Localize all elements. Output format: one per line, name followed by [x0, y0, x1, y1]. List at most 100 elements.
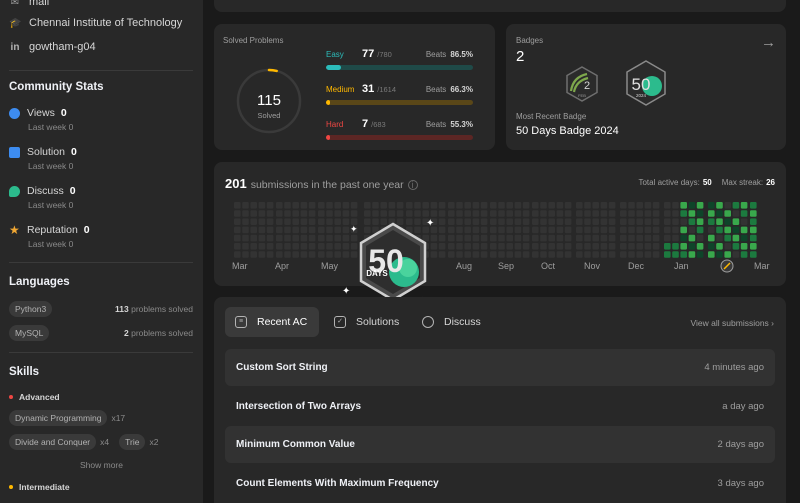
heatmap-cell: [292, 243, 299, 250]
heatmap-cell: [608, 218, 616, 225]
heatmap-cell: [600, 218, 608, 225]
heatmap-cell: [276, 218, 283, 225]
heatmap-cell: [300, 202, 308, 209]
heatmap-cell: [472, 210, 480, 217]
heatmap-cell: [664, 243, 671, 250]
heatmap-cell: [708, 226, 715, 234]
heatmap-cell: [490, 210, 497, 217]
heatmap-cell: [672, 234, 679, 242]
skill-chip[interactable]: Divide and Conquer: [9, 434, 97, 450]
email-row: ✉ mail: [9, 0, 49, 8]
submission-title[interactable]: Minimum Common Value: [236, 439, 355, 450]
heatmap-cell: [514, 226, 522, 234]
skill-chip[interactable]: Trie: [119, 434, 146, 450]
heatmap-cell: [490, 218, 497, 225]
heatmap-cell: [448, 234, 455, 242]
language-chip[interactable]: MySQL: [9, 325, 50, 341]
heatmap-cell: [564, 202, 572, 209]
heatmap-cell: [522, 243, 530, 250]
heatmap-cell: [258, 234, 266, 242]
list-item[interactable]: Count Elements With Maximum Frequency 3 …: [225, 465, 775, 502]
heatmap-cell: [576, 218, 583, 225]
language-count: 113 problems solved: [115, 304, 193, 314]
list-item[interactable]: Intersection of Two Arrays a day ago: [225, 388, 775, 425]
heatmap-cell: [242, 234, 249, 242]
arrow-right-icon[interactable]: →: [761, 34, 776, 51]
info-icon[interactable]: i: [407, 180, 418, 190]
heatmap-cell: [326, 210, 333, 217]
heatmap-cell: [724, 243, 731, 250]
month-label: Oct: [541, 261, 556, 271]
tab-discuss[interactable]: Discuss: [412, 307, 493, 337]
view-all-submissions-link[interactable]: View all submissions ›: [691, 318, 774, 328]
list-item[interactable]: Minimum Common Value 2 days ago: [225, 426, 775, 463]
submissions-stats: Total active days: 50 Max streak: 26: [638, 178, 775, 187]
badge-feb-icon[interactable]: 2 FEB: [563, 65, 601, 103]
mail-icon: ✉: [10, 0, 20, 8]
heatmap-cell: [276, 210, 283, 217]
solved-ring: 115 Solved: [236, 68, 302, 134]
stat-sub: Last week 0: [28, 239, 74, 249]
heatmap-cell: [258, 243, 266, 250]
tab-recent-ac[interactable]: ≡ Recent AC: [225, 307, 320, 337]
school-text: Chennai Institute of Technology: [29, 17, 183, 29]
badge-50-days-icon[interactable]: 50 2024: [623, 59, 669, 107]
heatmap-cell: [708, 234, 715, 242]
skill-chip[interactable]: Dynamic Programming: [9, 410, 108, 426]
heatmap-cell: [266, 218, 274, 225]
heatmap-cell: [672, 243, 679, 250]
heatmap-cell: [564, 251, 572, 258]
heatmap-cell: [556, 202, 564, 209]
heatmap-cell: [696, 218, 704, 225]
heatmap-cell: [276, 226, 283, 234]
heatmap-cell: [308, 218, 316, 225]
tab-solutions[interactable]: ✓ Solutions: [324, 307, 411, 337]
badges-card[interactable]: Badges 2 → 2 FEB 50 2024 Most Recent Bad…: [506, 24, 786, 150]
heatmap-cell: [514, 202, 522, 209]
heatmap-cell: [708, 243, 715, 250]
badge-marker-icon: [720, 259, 734, 273]
linkedin-link[interactable]: gowtham-g04: [29, 41, 96, 53]
heatmap-cell: [750, 234, 757, 242]
heatmap-cell: [564, 234, 572, 242]
list-item[interactable]: Custom Sort String 4 minutes ago: [225, 349, 775, 386]
stat-solution: Solution 0 Last week 0: [9, 146, 77, 171]
heatmap-cell: [438, 226, 446, 234]
heatmap-cell: [472, 202, 480, 209]
heatmap-cell: [300, 210, 308, 217]
check-square-icon: [9, 146, 20, 158]
show-more-link[interactable]: Show more: [80, 460, 123, 470]
heatmap-cell: [448, 243, 455, 250]
svg-text:✦: ✦: [426, 218, 434, 229]
overlay-badge-label: DAYS: [366, 269, 388, 278]
submission-title[interactable]: Intersection of Two Arrays: [236, 401, 361, 412]
submission-time: a day ago: [722, 401, 764, 412]
linkedin-row[interactable]: in gowtham-g04: [9, 41, 96, 53]
submission-title[interactable]: Count Elements With Maximum Frequency: [236, 478, 439, 489]
heatmap-cell: [664, 234, 671, 242]
svg-text:50: 50: [632, 75, 651, 94]
heatmap-cell: [644, 234, 652, 242]
heatmap-cell: [708, 210, 715, 217]
heatmap-cell: [600, 202, 608, 209]
stat-sub: Last week 0: [28, 161, 74, 171]
language-chip[interactable]: Python3: [9, 301, 53, 317]
heatmap-cell: [266, 234, 274, 242]
language-count: 2 problems solved: [124, 328, 193, 338]
heatmap-cell: [464, 218, 471, 225]
heatmap-cell: [740, 251, 748, 258]
languages-title: Languages: [9, 276, 70, 288]
heatmap-cell: [608, 202, 616, 209]
heatmap-cell: [672, 251, 679, 258]
svg-text:✦: ✦: [342, 286, 350, 297]
difficulty-bar: [326, 100, 473, 105]
submission-title[interactable]: Custom Sort String: [236, 362, 328, 373]
heatmap-cell: [414, 202, 421, 209]
heatmap-cell: [716, 234, 723, 242]
heatmap-cell: [532, 226, 539, 234]
heatmap-cell: [506, 218, 513, 225]
heatmap-cell: [242, 202, 249, 209]
skill-count: x17: [111, 413, 126, 423]
heatmap-cell: [250, 210, 257, 217]
heatmap-cell: [732, 251, 740, 258]
